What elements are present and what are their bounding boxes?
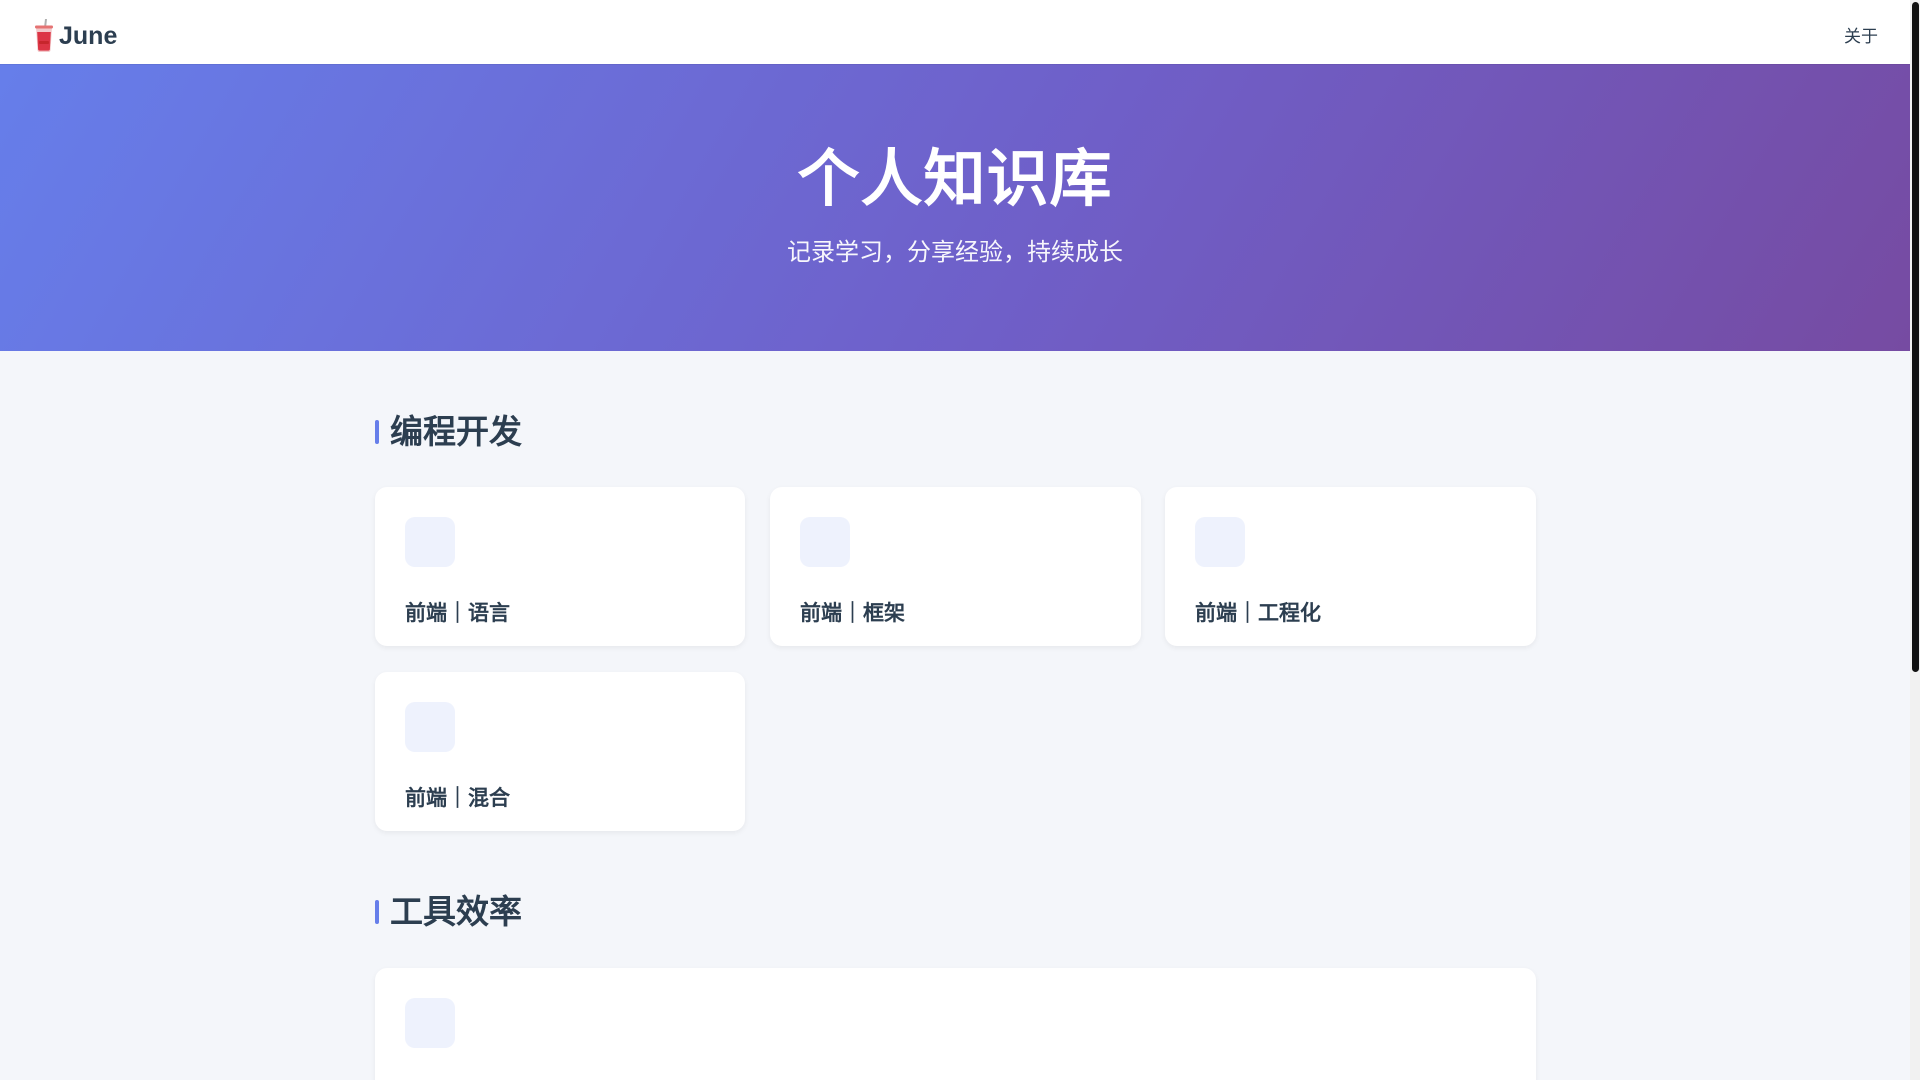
section-title-text: 工具效率 <box>390 892 522 931</box>
category-card-frontend-framework[interactable]: 前端｜框架 <box>770 487 1141 646</box>
page: June 关于 个人知识库 记录学习，分享经验，持续成长 编程开发 前端｜语言 … <box>0 0 1920 1080</box>
card-title: 前端｜语言 <box>405 601 510 625</box>
top-navbar: June 关于 <box>0 0 1910 64</box>
card-icon-placeholder <box>800 517 850 567</box>
section-title-text: 编程开发 <box>390 412 522 451</box>
card-icon-placeholder <box>405 517 455 567</box>
category-card-frontend-hybrid[interactable]: 前端｜混合 <box>375 672 745 831</box>
category-card-frontend-language[interactable]: 前端｜语言 <box>375 487 745 646</box>
card-icon-placeholder <box>405 998 455 1048</box>
hero-title: 个人知识库 <box>797 142 1113 215</box>
section-title-tools: 工具效率 <box>375 895 522 928</box>
card-icon-placeholder <box>1195 517 1245 567</box>
hero-subtitle: 记录学习，分享经验，持续成长 <box>787 238 1123 266</box>
card-title: 前端｜工程化 <box>1195 601 1321 625</box>
section-accent-bar <box>375 419 379 444</box>
scrollbar-thumb[interactable] <box>1912 2 1919 672</box>
nav-about-link[interactable]: 关于 <box>1844 22 1878 47</box>
category-card-tools[interactable]: 工具 <box>375 968 1536 1080</box>
section-title-programming: 编程开发 <box>375 415 522 448</box>
vertical-scrollbar[interactable] <box>1910 0 1920 1080</box>
drink-cup-icon <box>35 19 53 52</box>
card-title: 前端｜混合 <box>405 786 510 810</box>
card-icon-placeholder <box>405 702 455 752</box>
card-title: 前端｜框架 <box>800 601 905 625</box>
hero-banner: 个人知识库 记录学习，分享经验，持续成长 <box>0 64 1910 351</box>
category-card-frontend-engineering[interactable]: 前端｜工程化 <box>1165 487 1536 646</box>
brand-name: June <box>59 21 118 50</box>
section-accent-bar <box>375 899 379 924</box>
brand-link[interactable]: June <box>33 19 117 53</box>
